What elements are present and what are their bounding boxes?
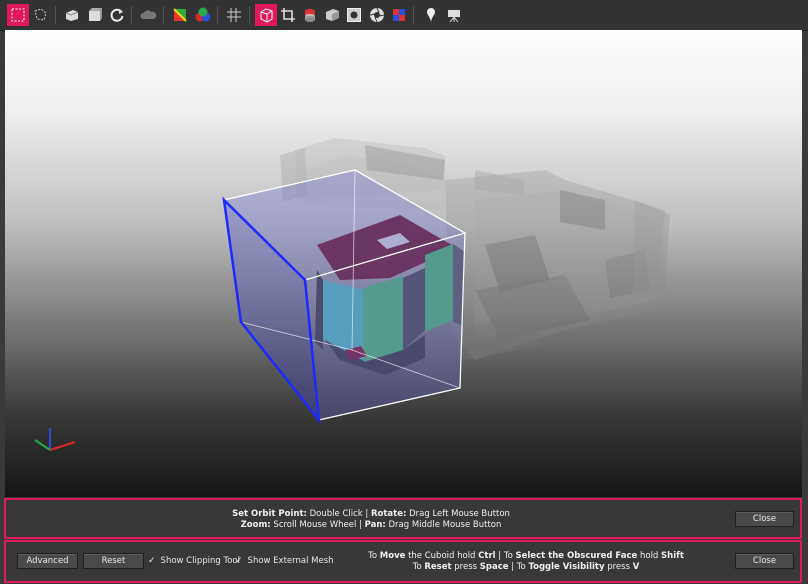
select-rect-icon[interactable] xyxy=(7,4,29,26)
show-clipping-tool-label: Show Clipping Tool xyxy=(160,556,240,566)
hint-text: hold xyxy=(637,551,662,561)
frame-icon[interactable] xyxy=(343,4,365,26)
zoom-pan-hint: Zoom: Scroll Mouse Wheel | Pan: Drag Mid… xyxy=(6,520,736,531)
toolbar xyxy=(0,0,808,31)
axis-gizmo xyxy=(34,428,76,451)
show-external-mesh-checkbox[interactable]: ✓ Show External Mesh xyxy=(235,556,334,566)
hint-text: the Cuboid hold xyxy=(405,551,479,561)
hint-keyword: Rotate: xyxy=(370,509,407,519)
hint-text: press xyxy=(604,562,633,572)
cloud-icon[interactable] xyxy=(137,4,159,26)
grid-icon[interactable] xyxy=(223,4,245,26)
show-external-mesh-label: Show External Mesh xyxy=(247,556,334,566)
orbit-rotate-hint: Set Orbit Point: Double Click | Rotate: … xyxy=(6,509,736,520)
hint-text: Double Click | xyxy=(306,509,371,519)
3d-viewport[interactable] xyxy=(5,30,802,497)
hint-keyword: V xyxy=(632,562,640,572)
hint-text: | To xyxy=(495,551,516,561)
hint-keyword: Toggle Visibility xyxy=(528,562,605,572)
hint-keyword: Shift xyxy=(661,551,684,561)
hint-keyword: Zoom: xyxy=(240,520,271,530)
rotate-icon[interactable] xyxy=(106,4,128,26)
cube-view-icon[interactable] xyxy=(84,4,106,26)
hint-keyword: Move xyxy=(379,551,406,561)
box-view-icon[interactable] xyxy=(61,4,83,26)
hint-keyword: Pan: xyxy=(364,520,386,530)
advanced-button[interactable]: Advanced xyxy=(17,553,78,569)
navigation-help-panel: Set Orbit Point: Double Click | Rotate: … xyxy=(4,498,802,539)
hint-text: To xyxy=(412,562,425,572)
hint-text: To xyxy=(368,551,380,561)
camera-icon[interactable] xyxy=(443,4,465,26)
flag-icon[interactable] xyxy=(388,4,410,26)
hint-text: Drag Middle Mouse Button xyxy=(385,520,502,530)
clipping-tool-panel: Advanced Reset ✓ Show Clipping Tool ✓ Show… xyxy=(4,540,802,583)
hint-keyword: Ctrl xyxy=(478,551,496,561)
hint-keyword: Select the Obscured Face xyxy=(515,551,638,561)
hint-text: Drag Left Mouse Button xyxy=(406,509,510,519)
navigation-help-text: Set Orbit Point: Double Click | Rotate: … xyxy=(6,509,736,531)
color-layers-icon[interactable] xyxy=(169,4,191,26)
aperture-icon[interactable] xyxy=(366,4,388,26)
clipping-panel-close-button[interactable]: Close xyxy=(735,553,794,569)
hint-text: | To xyxy=(508,562,529,572)
hint-text: press xyxy=(451,562,480,572)
crop-icon[interactable] xyxy=(277,4,299,26)
clipping-help-text: To Move the Cuboid hold Ctrl | To Select… xyxy=(326,551,726,573)
show-clipping-tool-checkbox[interactable]: ✓ Show Clipping Tool xyxy=(148,556,240,566)
reset-button[interactable]: Reset xyxy=(83,553,144,569)
marker-icon[interactable] xyxy=(420,4,442,26)
rgb-icon[interactable] xyxy=(192,4,214,26)
move-select-hint: To Move the Cuboid hold Ctrl | To Select… xyxy=(326,551,726,562)
hint-keyword: Space xyxy=(479,562,509,572)
hint-keyword: Reset xyxy=(424,562,452,572)
layers-icon[interactable] xyxy=(299,4,321,26)
cube-shaded-icon[interactable] xyxy=(321,4,343,26)
checkmark-icon: ✓ xyxy=(148,556,156,566)
select-lasso-icon[interactable] xyxy=(29,4,51,26)
clipping-cuboid-icon[interactable] xyxy=(255,4,277,26)
hint-keyword: Set Orbit Point: xyxy=(232,509,307,519)
reset-visibility-hint: To Reset press Space | To Toggle Visibil… xyxy=(326,562,726,573)
checkmark-icon: ✓ xyxy=(235,556,243,566)
navigation-help-close-button[interactable]: Close xyxy=(735,511,794,527)
hint-text: Scroll Mouse Wheel | xyxy=(270,520,365,530)
